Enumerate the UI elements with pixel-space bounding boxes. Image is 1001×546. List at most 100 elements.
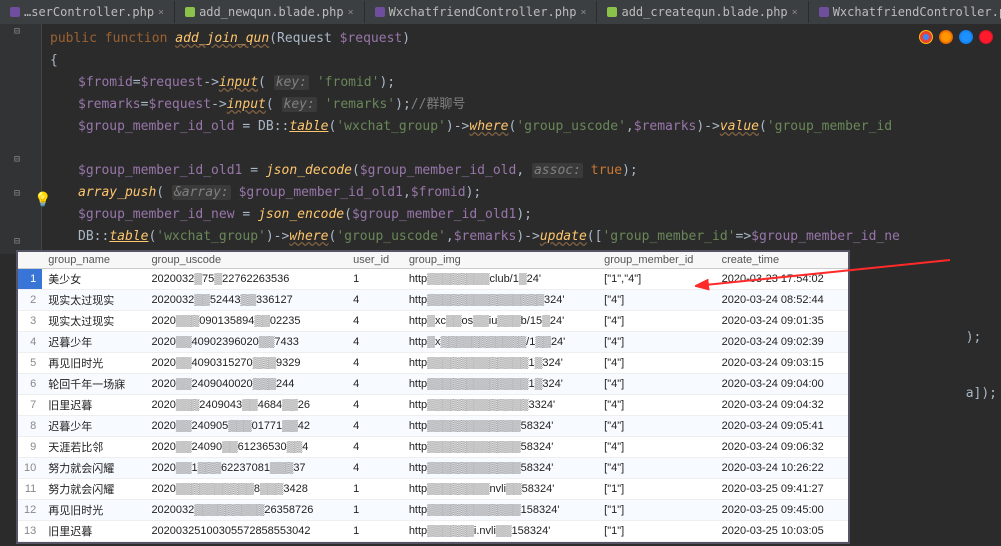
cell: 4: [347, 458, 403, 479]
col-user_id[interactable]: user_id: [347, 252, 403, 269]
close-icon[interactable]: ×: [580, 7, 586, 18]
cell: ["4"]: [598, 395, 715, 416]
cell: ["1"]: [598, 500, 715, 521]
close-icon[interactable]: ×: [348, 7, 354, 18]
chrome-icon[interactable]: [919, 30, 933, 44]
cell: 6: [18, 374, 42, 395]
cell: 12: [18, 500, 42, 521]
close-icon[interactable]: ×: [158, 7, 164, 18]
safari-icon[interactable]: [959, 30, 973, 44]
table-row[interactable]: 5再见旧时光2020▒▒4090315270▒▒▒93294http▒▒▒▒▒▒…: [18, 353, 848, 374]
cell: ["1"]: [598, 521, 715, 542]
cell: 2020▒▒2409040020▒▒▒244: [145, 374, 347, 395]
cell: 2020▒▒▒090135894▒▒02235: [145, 311, 347, 332]
blade-file-icon: [607, 7, 617, 17]
col-group_name[interactable]: group_name: [42, 252, 145, 269]
blade-file-icon: [185, 7, 195, 17]
firefox-icon[interactable]: [939, 30, 953, 44]
table-row[interactable]: 8迟暮少年2020▒▒240905▒▒▒01771▒▒424http▒▒▒▒▒▒…: [18, 416, 848, 437]
cell: 1: [347, 479, 403, 500]
cell: http▒▒▒▒▒▒▒▒▒▒▒▒58324': [403, 458, 598, 479]
tab[interactable]: …serController.php×: [0, 1, 175, 23]
col-create_time[interactable]: create_time: [716, 252, 848, 269]
table-row[interactable]: 10努力就会闪耀2020▒▒1▒▒▒62237081▒▒▒374http▒▒▒▒…: [18, 458, 848, 479]
cell: 再见旧时光: [42, 353, 145, 374]
cell: 2020-03-24 09:04:32: [716, 395, 848, 416]
cell: 2: [18, 290, 42, 311]
bulb-icon[interactable]: 💡: [34, 192, 51, 208]
cell: 4: [347, 290, 403, 311]
tab[interactable]: WxchatfriendController.php×: [809, 1, 1001, 23]
cell: 旧里迟暮: [42, 395, 145, 416]
php-file-icon: [10, 7, 20, 17]
cell: 轮回千年一场寐: [42, 374, 145, 395]
tab-bar: …serController.php× add_newqun.blade.php ×…: [0, 0, 1001, 24]
cell: 4: [347, 374, 403, 395]
cell: http▒▒▒▒▒▒▒▒▒▒▒▒58324': [403, 416, 598, 437]
cell: ["4"]: [598, 332, 715, 353]
tab-label: add_newqun.blade.php: [199, 5, 344, 19]
cell: 天涯若比邻: [42, 437, 145, 458]
cell: 努力就会闪耀: [42, 458, 145, 479]
tab[interactable]: add_createqun.blade.php ×: [597, 1, 808, 23]
cell: 8: [18, 416, 42, 437]
cell: http▒▒▒▒▒▒▒▒nvli▒▒58324': [403, 479, 598, 500]
cell: 4: [347, 353, 403, 374]
col-group_member_id[interactable]: group_member_id: [598, 252, 715, 269]
php-file-icon: [819, 7, 829, 17]
opera-icon[interactable]: [979, 30, 993, 44]
cell: http▒▒▒▒▒▒▒▒▒▒▒▒▒1▒324': [403, 353, 598, 374]
tab[interactable]: add_newqun.blade.php ×: [175, 1, 365, 23]
cell: 3: [18, 311, 42, 332]
table-row[interactable]: 6轮回千年一场寐2020▒▒2409040020▒▒▒2444http▒▒▒▒▒…: [18, 374, 848, 395]
cell: 1: [347, 269, 403, 290]
cell: 1: [347, 500, 403, 521]
col-group_uscode[interactable]: group_uscode: [145, 252, 347, 269]
cell: 迟暮少年: [42, 416, 145, 437]
php-file-icon: [375, 7, 385, 17]
table-row[interactable]: 11努力就会闪耀2020▒▒▒▒▒▒▒▒▒▒8▒▒▒34281http▒▒▒▒▒…: [18, 479, 848, 500]
cell: 1: [18, 269, 42, 290]
cell: 10: [18, 458, 42, 479]
cell: 2020▒▒▒▒▒▒▒▒▒▒8▒▒▒3428: [145, 479, 347, 500]
table-header-row: group_namegroup_uscodeuser_idgroup_imggr…: [18, 252, 848, 269]
table-row[interactable]: 3现实太过现实2020▒▒▒090135894▒▒022354http▒xc▒▒…: [18, 311, 848, 332]
data-table-panel[interactable]: group_namegroup_uscodeuser_idgroup_imggr…: [16, 250, 850, 544]
table-row[interactable]: 2现实太过现实2020032▒▒52443▒▒3361274http▒▒▒▒▒▒…: [18, 290, 848, 311]
cell: ["4"]: [598, 311, 715, 332]
table-row[interactable]: 9天涯若比邻2020▒▒24090▒▒61236530▒▒44http▒▒▒▒▒…: [18, 437, 848, 458]
col-group_img[interactable]: group_img: [403, 252, 598, 269]
cell: 再见旧时光: [42, 500, 145, 521]
cell: http▒▒▒▒▒▒▒▒▒▒▒▒58324': [403, 437, 598, 458]
table-row[interactable]: 12再见旧时光2020032▒▒▒▒▒▒▒▒▒263587261http▒▒▒▒…: [18, 500, 848, 521]
cell: 2020-03-25 09:41:27: [716, 479, 848, 500]
cell: 2020▒▒1▒▒▒62237081▒▒▒37: [145, 458, 347, 479]
table-row[interactable]: 7旧里迟暮2020▒▒▒2409043▒▒4684▒▒264http▒▒▒▒▒▒…: [18, 395, 848, 416]
cell: 2020-03-25 10:03:05: [716, 521, 848, 542]
cell: 2020▒▒▒2409043▒▒4684▒▒26: [145, 395, 347, 416]
cell: 1: [347, 521, 403, 542]
cell: http▒xc▒▒os▒▒iu▒▒▒b/15▒24': [403, 311, 598, 332]
close-icon[interactable]: ×: [792, 7, 798, 18]
cell: ["4"]: [598, 290, 715, 311]
table-row[interactable]: 13旧里迟暮202003251003055728585530421http▒▒▒…: [18, 521, 848, 542]
cell: 2020-03-24 09:02:39: [716, 332, 848, 353]
cell: 4: [347, 395, 403, 416]
col-rownum[interactable]: [18, 252, 42, 269]
cell: 5: [18, 353, 42, 374]
tab[interactable]: WxchatfriendController.php×: [365, 1, 598, 23]
cell: 20200325100305572858553042: [145, 521, 347, 542]
cell: 2020-03-23 17:54:02: [716, 269, 848, 290]
cell: ["4"]: [598, 374, 715, 395]
cell: ["1","4"]: [598, 269, 715, 290]
tab-label: add_createqun.blade.php: [621, 5, 787, 19]
code-editor[interactable]: public function public function add_join…: [0, 24, 1001, 252]
cell: ["4"]: [598, 458, 715, 479]
table-row[interactable]: 4迟暮少年2020▒▒40902396020▒▒74334http▒x▒▒▒▒▒…: [18, 332, 848, 353]
cell: 现实太过现实: [42, 311, 145, 332]
cell: 2020032▒▒52443▒▒336127: [145, 290, 347, 311]
table-row[interactable]: 1美少女2020032▒75▒227622635361http▒▒▒▒▒▒▒▒c…: [18, 269, 848, 290]
tab-label: WxchatfriendController.php: [833, 5, 1001, 19]
cell: 迟暮少年: [42, 332, 145, 353]
cell: 4: [347, 311, 403, 332]
